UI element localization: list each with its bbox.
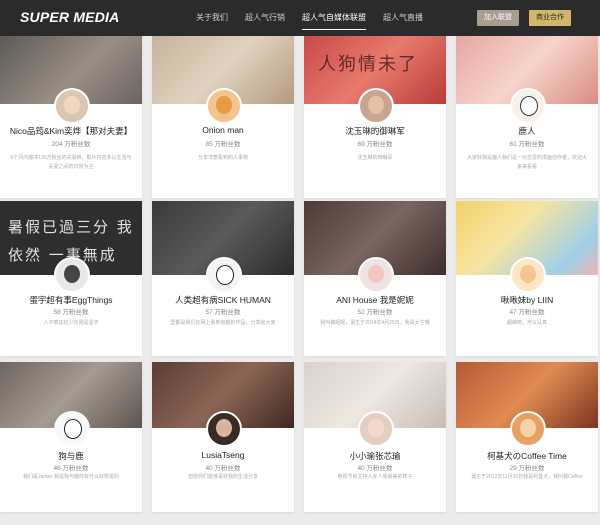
avatar xyxy=(54,257,90,293)
influencer-name: 啾啾妹by LIIN xyxy=(500,295,554,305)
influencer-name: ANI House 我是妮妮 xyxy=(336,295,414,305)
influencer-name: LusiaTseng xyxy=(201,450,245,460)
influencer-card[interactable]: 啾啾妹by LIIN 47 万粉丝数 超萌吧，可以认真 xyxy=(456,201,598,356)
avatar xyxy=(206,411,242,447)
top-navigation-bar: SUPER MEDIA 关于我们 超人气行销 超人气自媒体联盟 超人气直播 加入… xyxy=(0,0,600,36)
influencer-description: 电视节目主持人女人我最美的样子 xyxy=(337,474,413,480)
fan-count: 46 万粉丝数 xyxy=(53,465,89,472)
influencer-name: 蛋宇超有事EggThings xyxy=(29,295,113,305)
join-alliance-button[interactable]: 加入联盟 xyxy=(477,10,519,26)
influencer-card[interactable]: LusiaTseng 40 万粉丝数 但愿你们能够喜欢我的生活分享 xyxy=(152,362,294,512)
cover-caption: 人狗情未了 xyxy=(318,54,418,75)
nav-item-marketing[interactable]: 超人气行销 xyxy=(245,0,285,36)
fan-count: 29 万粉丝数 xyxy=(509,465,545,472)
influencer-card[interactable]: 小小瑜张芯瑜 40 万粉丝数 电视节目主持人女人我最美的样子 xyxy=(304,362,446,512)
avatar xyxy=(358,411,394,447)
fan-count: 69 万粉丝数 xyxy=(357,141,393,148)
influencer-description: 沈玉琳的御琳军 xyxy=(357,155,393,161)
influencer-card[interactable]: 人狗情未了 沈玉琳的御琳军 69 万粉丝数 沈玉琳的御琳军 xyxy=(304,36,446,198)
influencer-card[interactable]: 狗与鹿 46 万粉丝数 我们是James 我是狗与鹿你有什么好想说的 xyxy=(0,362,142,512)
influencer-card[interactable]: ANI House 我是妮妮 52 万粉丝数 我叫做妮妮，诞生于2014年4月2… xyxy=(304,201,446,356)
influencer-description: 但愿你们能够喜欢我的生活分享 xyxy=(187,474,258,480)
fan-count: 52 万粉丝数 xyxy=(357,309,393,316)
avatar xyxy=(510,257,546,293)
influencer-name: 鹿人 xyxy=(518,126,536,136)
influencer-description: 人不疯狂枉少年我是蛋宇 xyxy=(43,320,99,326)
influencer-card[interactable]: 柯基犬のCoffee Time 29 万粉丝数 诞生于2012年11月20日我是… xyxy=(456,362,598,512)
influencer-name: 沈玉琳的御琳军 xyxy=(345,126,405,136)
influencer-card[interactable]: Onion man 85 万粉丝数 分享洋葱看到的人事物 xyxy=(152,36,294,198)
influencer-name: Nico品筠&Kim奕烨【那对夫妻】 xyxy=(9,126,133,136)
influencer-description: 大家好我是鹿人我们是一对恋爱的漫画创作者，欢迎大家来看看 xyxy=(466,155,587,170)
influencer-card[interactable]: 暑假已過三分 我依然 一事無成 蛋宇超有事EggThings 58 万粉丝数 人… xyxy=(0,201,142,356)
fan-count: 57 万粉丝数 xyxy=(205,309,241,316)
main-nav: 关于我们 超人气行销 超人气自媒体联盟 超人气直播 xyxy=(196,0,440,36)
avatar xyxy=(510,411,546,447)
influencer-description: 我叫做妮妮，诞生于2014年4月25日，我是女生哦 xyxy=(320,320,430,326)
fan-count: 61 万粉丝数 xyxy=(509,141,545,148)
avatar xyxy=(358,257,394,293)
avatar xyxy=(54,411,90,447)
influencer-description: 诞生于2012年11月20日我是柯基犬，我叫做Coffee xyxy=(471,474,583,480)
nav-item-live[interactable]: 超人气直播 xyxy=(383,0,423,36)
fan-count: 204 万粉丝数 xyxy=(51,141,91,148)
influencer-name: 柯基犬のCoffee Time xyxy=(487,451,567,461)
influencer-description: 6个月内爆冲130万粉丝的夫妻档，影片内容多以生活与夫妻之间的日常为主 xyxy=(10,155,132,170)
nav-item-about[interactable]: 关于我们 xyxy=(196,0,228,36)
influencer-card[interactable]: 人类超有病SICK HUMAN 57 万粉丝数 里都是我们在网上看到有趣的作品，… xyxy=(152,201,294,356)
influencer-card[interactable]: Nico品筠&Kim奕烨【那对夫妻】 204 万粉丝数 6个月内爆冲130万粉丝… xyxy=(0,36,142,198)
influencer-card[interactable]: 鹿人 61 万粉丝数 大家好我是鹿人我们是一对恋爱的漫画创作者，欢迎大家来看看 xyxy=(456,36,598,198)
influencer-name: Onion man xyxy=(202,125,244,135)
avatar xyxy=(206,257,242,293)
fan-count: 47 万粉丝数 xyxy=(509,309,545,316)
influencer-name: 人类超有病SICK HUMAN xyxy=(175,295,271,305)
influencer-name: 小小瑜张芯瑜 xyxy=(349,451,401,461)
business-cooperation-button[interactable]: 商业合作 xyxy=(529,10,571,26)
influencer-description: 我们是James 我是狗与鹿你有什么好想说的 xyxy=(22,474,120,480)
avatar xyxy=(54,88,90,124)
super-media-logo[interactable]: SUPER MEDIA xyxy=(20,9,119,25)
influencer-description: 分享洋葱看到的人事物 xyxy=(197,155,248,161)
influencer-description: 超萌吧，可以认真 xyxy=(506,320,547,326)
fan-count: 85 万粉丝数 xyxy=(205,141,241,148)
fan-count: 40 万粉丝数 xyxy=(205,465,241,472)
fan-count: 40 万粉丝数 xyxy=(357,465,393,472)
avatar xyxy=(510,88,546,124)
influencer-description: 里都是我们在网上看到有趣的作品，分享给大家 xyxy=(170,320,276,326)
fan-count: 58 万粉丝数 xyxy=(53,309,89,316)
avatar xyxy=(206,88,242,124)
influencer-name: 狗与鹿 xyxy=(58,451,84,461)
avatar xyxy=(358,88,394,124)
nav-item-media-alliance[interactable]: 超人气自媒体联盟 xyxy=(302,0,366,36)
